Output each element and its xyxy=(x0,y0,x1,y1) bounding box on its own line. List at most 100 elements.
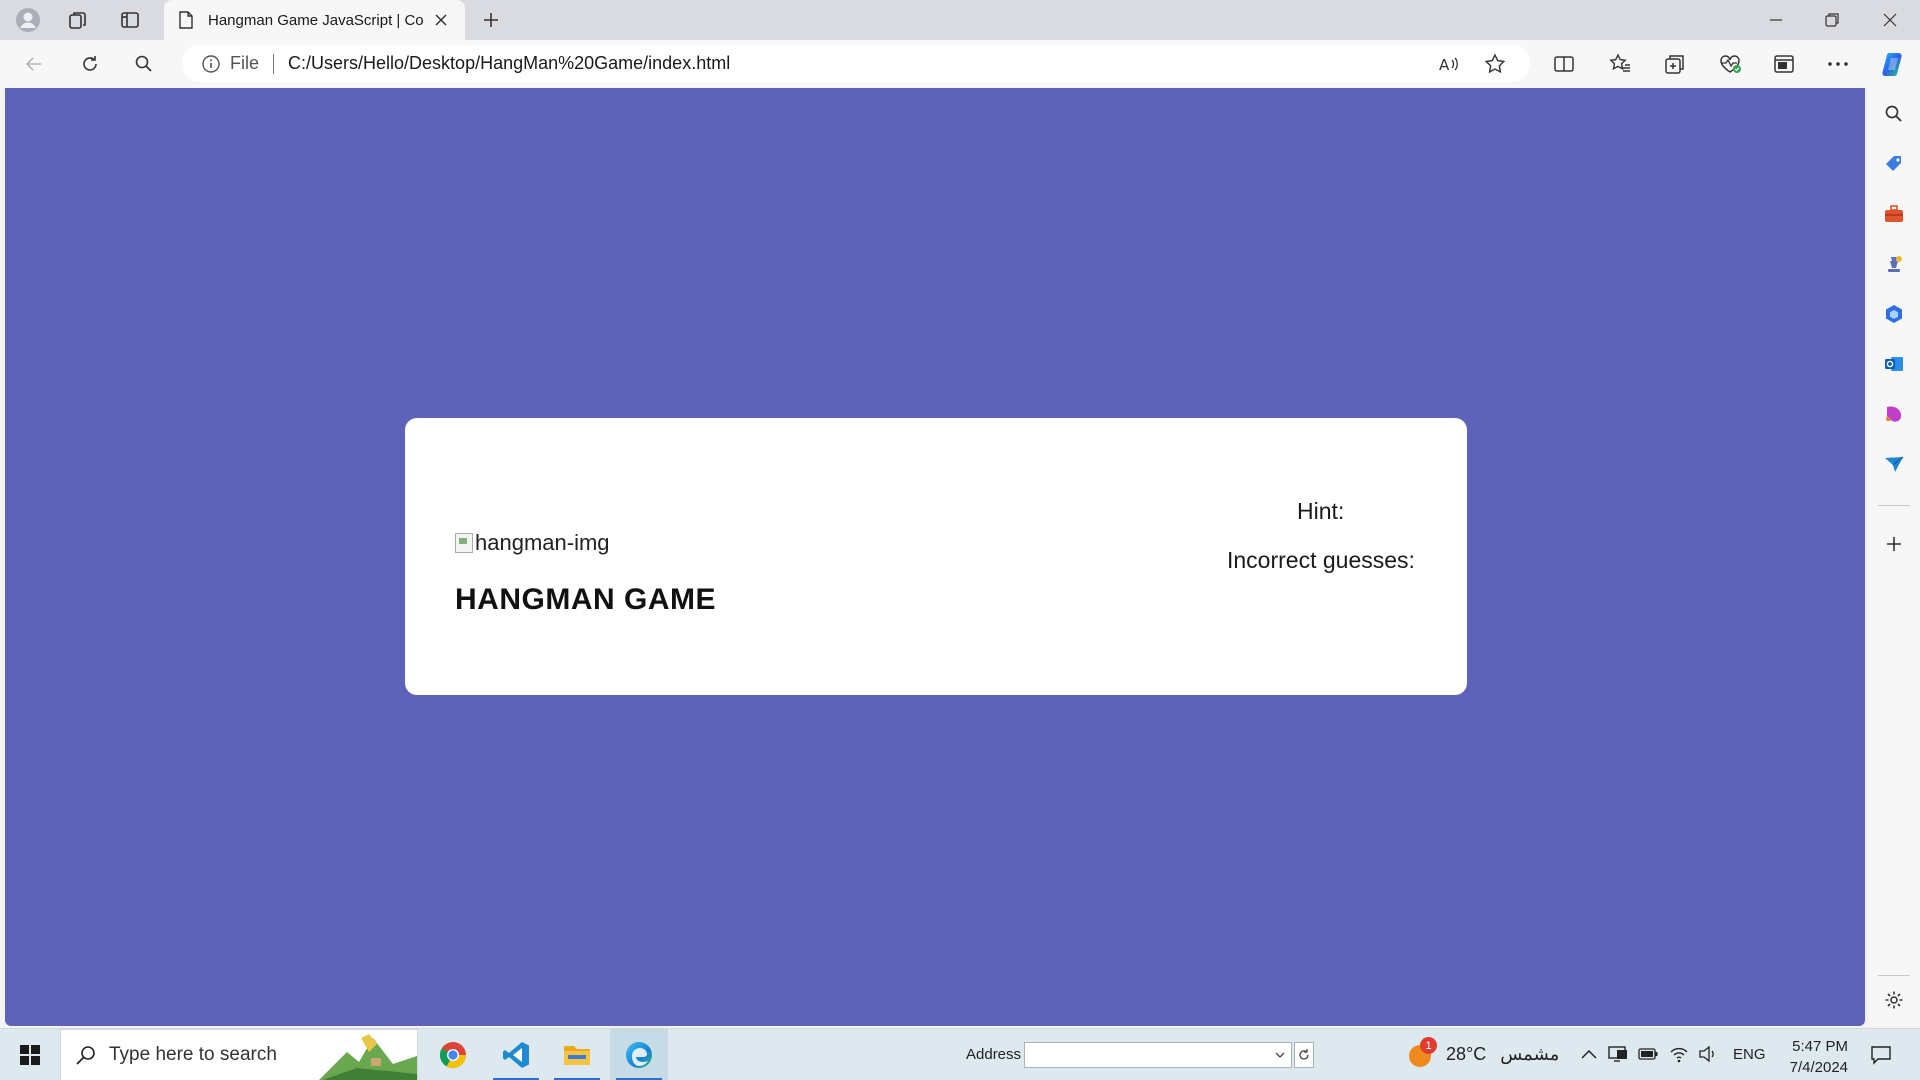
taskbar-address-go-button[interactable] xyxy=(1294,1042,1314,1068)
favorites-icon xyxy=(1609,53,1630,72)
collections-button[interactable] xyxy=(1655,46,1695,82)
tray-volume[interactable] xyxy=(1697,1043,1719,1065)
weather-widget[interactable]: 1 28°C مشمس xyxy=(1406,1037,1560,1069)
weather-condition: مشمس xyxy=(1500,1043,1560,1064)
sidebar-shopping-button[interactable] xyxy=(1878,148,1910,180)
taskbar-chrome[interactable] xyxy=(424,1029,482,1080)
sidebar-m365-button[interactable] xyxy=(1878,298,1910,330)
taskbar-clock[interactable]: 5:47 PM 7/4/2024 xyxy=(1774,1036,1848,1078)
back-arrow-icon xyxy=(25,57,41,71)
chess-piece-icon xyxy=(1888,256,1902,272)
sidebar-send-button[interactable] xyxy=(1878,448,1910,480)
url-text[interactable]: C:/Users/Hello/Desktop/HangMan%20Game/in… xyxy=(288,53,730,74)
favorite-star-button[interactable] xyxy=(1478,49,1512,79)
incorrect-guesses-label: Incorrect guesses: xyxy=(1227,547,1415,573)
taskbar-address-label: Address xyxy=(966,1046,1022,1063)
screenshot-button[interactable] xyxy=(1764,46,1804,82)
tab-actions-icon xyxy=(121,12,139,28)
restore-icon xyxy=(1825,13,1839,27)
sidebar-games-button[interactable] xyxy=(1878,248,1910,280)
info-icon[interactable] xyxy=(200,53,222,75)
taskbar-file-explorer[interactable] xyxy=(548,1029,606,1080)
close-window-button[interactable] xyxy=(1862,0,1918,40)
copilot-button[interactable] xyxy=(1874,46,1914,82)
monitor-icon xyxy=(1608,1046,1627,1062)
web-capture-icon xyxy=(1774,55,1794,73)
plus-icon xyxy=(484,13,498,27)
outlook-icon xyxy=(1885,357,1903,371)
chevron-down-icon[interactable] xyxy=(1273,1047,1287,1063)
start-button[interactable] xyxy=(8,1035,52,1075)
weather-temp: 28°C xyxy=(1446,1043,1487,1064)
close-icon xyxy=(1883,13,1897,27)
windows-taskbar: Type here to search Address 1 28°C مشمس xyxy=(0,1028,1920,1080)
sidebar-tools-button[interactable] xyxy=(1878,198,1910,230)
gear-icon xyxy=(1885,991,1903,1009)
workspaces-icon xyxy=(69,12,86,29)
show-hidden-icons-button[interactable] xyxy=(1578,1043,1600,1065)
chrome-icon xyxy=(439,1042,467,1069)
hint-label: Hint: xyxy=(1297,498,1345,524)
refresh-button[interactable] xyxy=(70,46,110,82)
speaker-icon xyxy=(1699,1045,1714,1063)
sidebar-outlook-button[interactable] xyxy=(1878,348,1910,380)
vertical-tabs-button[interactable] xyxy=(110,4,150,36)
read-aloud-button[interactable]: A xyxy=(1432,49,1466,79)
wifi-icon xyxy=(1670,1047,1688,1063)
sidebar-search-button[interactable] xyxy=(1878,98,1910,130)
tab-close-button[interactable] xyxy=(429,8,453,32)
split-screen-button[interactable] xyxy=(1544,46,1584,82)
tray-network[interactable] xyxy=(1668,1043,1690,1065)
taskbar-edge[interactable] xyxy=(610,1029,668,1080)
browser-essentials-button[interactable] xyxy=(1710,46,1750,82)
copilot-icon xyxy=(1882,53,1902,76)
search-highlight-illustration xyxy=(319,1034,417,1080)
workspaces-button[interactable] xyxy=(58,4,98,36)
search-button[interactable] xyxy=(124,46,164,82)
tab-active[interactable]: Hangman Game JavaScript | Cod xyxy=(164,0,465,40)
split-screen-icon xyxy=(1554,56,1574,72)
favorites-button[interactable] xyxy=(1600,46,1640,82)
taskbar-address-input[interactable] xyxy=(1024,1042,1292,1068)
language-indicator[interactable]: ENG xyxy=(1733,1046,1766,1063)
search-icon xyxy=(135,55,152,72)
battery-icon xyxy=(1638,1048,1658,1060)
tray-meet-now[interactable] xyxy=(1607,1043,1629,1065)
notification-center-button[interactable] xyxy=(1866,1041,1896,1069)
game-card: hangman-img HANGMAN GAME Hint: Incorrect… xyxy=(405,418,1467,695)
address-bar[interactable]: File C:/Users/Hello/Desktop/HangMan%20Ga… xyxy=(182,45,1530,82)
heart-pulse-icon xyxy=(1720,55,1741,73)
sidebar-settings-button[interactable] xyxy=(1878,984,1910,1016)
collections-icon xyxy=(1665,55,1684,74)
restore-button[interactable] xyxy=(1804,0,1860,40)
edge-sidebar xyxy=(1868,88,1920,1026)
windows-logo-icon xyxy=(20,1045,40,1065)
browser-toolbar: File C:/Users/Hello/Desktop/HangMan%20Ga… xyxy=(0,40,1920,88)
minimize-button[interactable] xyxy=(1748,0,1804,40)
back-button[interactable] xyxy=(14,46,54,82)
read-aloud-icon: A xyxy=(1439,56,1458,74)
profile-button[interactable] xyxy=(8,4,48,36)
page-icon xyxy=(179,11,193,29)
hangman-image: hangman-img xyxy=(455,530,610,556)
tab-title: Hangman Game JavaScript | Cod xyxy=(208,11,423,29)
taskbar-search-box[interactable]: Type here to search xyxy=(60,1029,418,1080)
taskbar-vscode[interactable] xyxy=(487,1029,545,1080)
clock-time: 5:47 PM xyxy=(1792,1038,1848,1055)
settings-more-button[interactable] xyxy=(1818,46,1858,82)
profile-icon xyxy=(16,8,40,32)
address-separator xyxy=(273,53,275,74)
search-icon xyxy=(1885,105,1902,122)
refresh-icon xyxy=(83,56,97,71)
sidebar-add-button[interactable] xyxy=(1878,528,1910,560)
sidebar-divider-bottom xyxy=(1878,975,1910,976)
plus-icon xyxy=(1887,537,1901,551)
sidebar-divider xyxy=(1878,505,1910,506)
minimize-icon xyxy=(1770,19,1782,21)
send-icon xyxy=(1885,456,1904,472)
new-tab-button[interactable] xyxy=(474,4,508,36)
weather-badge: 1 xyxy=(1420,1037,1437,1054)
sidebar-designer-button[interactable] xyxy=(1878,398,1910,430)
tray-battery[interactable] xyxy=(1637,1043,1659,1065)
microsoft365-icon xyxy=(1886,305,1902,323)
